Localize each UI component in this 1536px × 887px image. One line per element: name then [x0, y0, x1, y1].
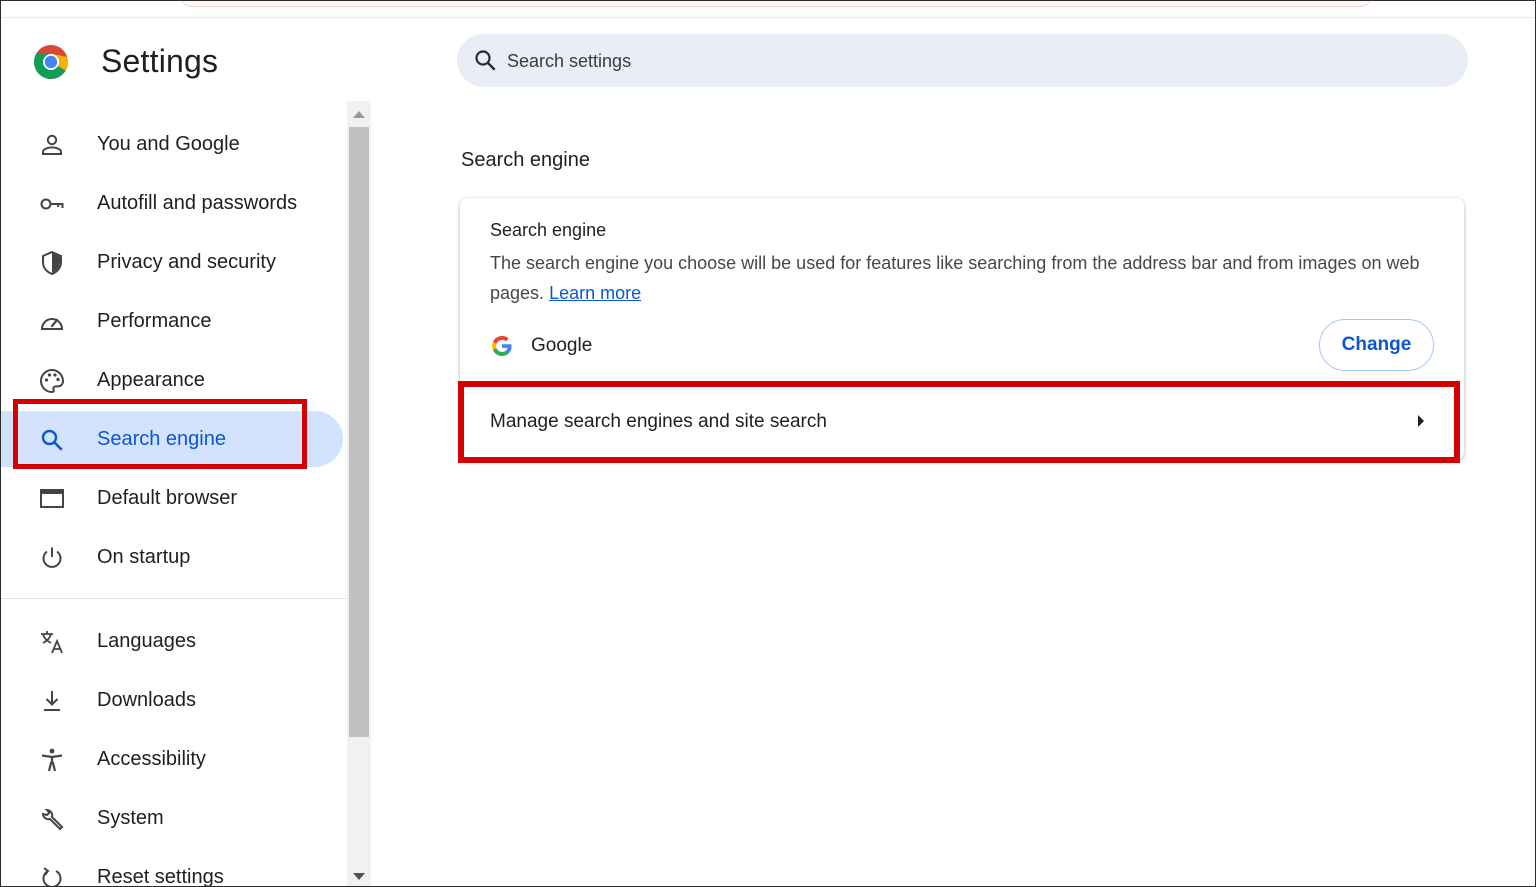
- sidebar-item-downloads[interactable]: Downloads: [1, 672, 343, 728]
- sidebar-item-label: Search engine: [97, 428, 226, 450]
- section-title: Search engine: [461, 149, 590, 171]
- card-heading: Search engine: [490, 220, 607, 240]
- key-icon: [40, 198, 64, 210]
- tab-strip-edge: [181, 1, 1371, 7]
- chevron-right-icon: [1418, 415, 1424, 427]
- sidebar-item-default-browser[interactable]: Default browser: [1, 470, 343, 526]
- scroll-up-arrow-icon[interactable]: [353, 111, 365, 118]
- sidebar-item-label: Default browser: [97, 487, 238, 509]
- change-search-engine-button[interactable]: Change: [1319, 319, 1434, 371]
- settings-window: Settings Search settings You and Google …: [0, 0, 1536, 887]
- sidebar-item-performance[interactable]: Performance: [1, 293, 343, 349]
- sidebar-item-accessibility[interactable]: Accessibility: [1, 731, 343, 787]
- reset-icon: [42, 867, 62, 886]
- sidebar-item-languages[interactable]: Languages: [1, 613, 343, 669]
- search-engine-card: Search engine The search engine you choo…: [460, 198, 1464, 460]
- sidebar-item-appearance[interactable]: Appearance: [1, 352, 343, 408]
- chrome-logo-icon: [34, 45, 68, 79]
- sidebar-item-system[interactable]: System: [1, 790, 343, 846]
- download-icon: [44, 691, 60, 711]
- sidebar-item-search-engine[interactable]: Search engine: [1, 411, 343, 467]
- sidebar-item-label: You and Google: [97, 133, 240, 155]
- sidebar-scrollbar[interactable]: [347, 101, 371, 886]
- person-icon: [42, 134, 62, 155]
- sidebar-item-label: Autofill and passwords: [97, 192, 298, 214]
- sidebar-item-you-and-google[interactable]: You and Google: [1, 116, 343, 172]
- search-icon: [475, 50, 496, 71]
- shield-icon: [42, 250, 62, 276]
- sidebar-item-label: Appearance: [97, 369, 205, 391]
- scroll-down-arrow-icon[interactable]: [353, 873, 365, 880]
- power-icon: [42, 547, 62, 568]
- sidebar-item-autofill[interactable]: Autofill and passwords: [1, 175, 343, 231]
- scrollbar-thumb[interactable]: [349, 127, 369, 737]
- card-description: The search engine you choose will be use…: [490, 248, 1450, 308]
- manage-search-engines-row[interactable]: Manage search engines and site search: [460, 388, 1464, 458]
- accessibility-icon: [41, 748, 63, 772]
- translate-icon: [41, 631, 63, 654]
- sidebar-item-label: Reset settings: [97, 866, 224, 887]
- search-icon: [41, 429, 63, 451]
- speedometer-icon: [40, 318, 64, 330]
- sidebar-item-label: System: [97, 807, 164, 829]
- sidebar-item-label: Privacy and security: [97, 251, 276, 273]
- page-title: Settings: [101, 43, 219, 79]
- wrench-icon: [41, 808, 64, 831]
- sidebar-item-privacy[interactable]: Privacy and security: [1, 234, 343, 290]
- sidebar-item-label: On startup: [97, 546, 191, 568]
- manage-search-engines-label: Manage search engines and site search: [490, 411, 827, 432]
- palette-icon: [40, 368, 65, 394]
- sidebar-item-label: Downloads: [97, 689, 196, 711]
- top-divider: [1, 17, 1535, 18]
- sidebar-item-label: Languages: [97, 630, 196, 652]
- current-search-engine: Google: [531, 335, 593, 356]
- sidebar-divider: [1, 598, 347, 599]
- sidebar-item-label: Performance: [97, 310, 212, 332]
- learn-more-link[interactable]: Learn more: [549, 283, 641, 303]
- search-placeholder: Search settings: [507, 51, 632, 71]
- sidebar-item-on-startup[interactable]: On startup: [1, 529, 343, 585]
- browser-window-icon: [40, 489, 64, 508]
- sidebar-item-reset-settings[interactable]: Reset settings: [1, 849, 343, 887]
- sidebar-item-label: Accessibility: [97, 748, 206, 770]
- sidebar-nav: You and Google Autofill and passwords Pr…: [1, 101, 347, 887]
- google-g-icon: [492, 336, 512, 356]
- search-settings-input[interactable]: Search settings: [457, 34, 1468, 87]
